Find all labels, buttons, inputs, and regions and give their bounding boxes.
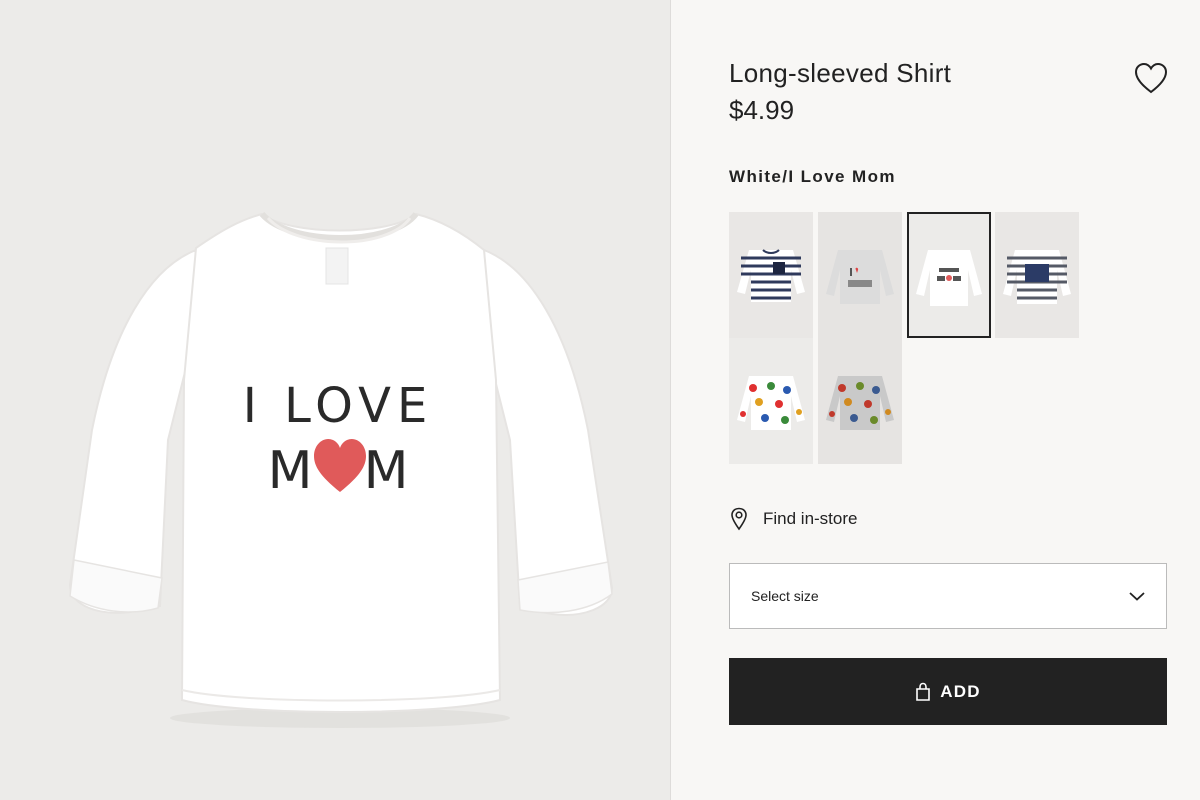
print-text-m-left: M [268, 441, 313, 501]
favorite-button[interactable] [1133, 62, 1169, 96]
add-to-bag-button[interactable]: ADD [729, 658, 1167, 725]
print-text-m-right: M [364, 441, 409, 501]
main-product-image[interactable]: I LOVE M M [0, 0, 670, 800]
add-button-label: ADD [940, 681, 981, 701]
product-price: $4.99 [729, 95, 795, 125]
swatch-white-dinosaur[interactable] [729, 338, 813, 464]
swatch-striped-little-bro[interactable] [995, 212, 1079, 338]
shopping-bag-icon [916, 682, 931, 701]
size-select[interactable]: Select size [729, 563, 1167, 629]
product-details-panel: Long-sleeved Shirt $4.99 White/I Love Mo… [671, 0, 1200, 800]
find-in-store-link[interactable]: Find in-store [729, 506, 857, 532]
swatch-navy-striped[interactable] [729, 212, 813, 338]
swatch-grey-i-love-dad[interactable] [818, 212, 902, 338]
shirt-illustration: I LOVE M M [68, 211, 614, 728]
location-pin-icon [731, 507, 747, 531]
color-name-label: White/I Love Mom [729, 167, 896, 186]
print-text-line1: I LOVE [243, 378, 434, 434]
size-select-placeholder: Select size [751, 588, 819, 604]
product-title: Long-sleeved Shirt [729, 58, 952, 88]
heart-outline-icon [1134, 62, 1168, 94]
chevron-down-icon [1129, 592, 1145, 601]
swatch-white-i-love-mom[interactable] [907, 212, 991, 338]
find-in-store-label: Find in-store [763, 509, 858, 528]
swatch-grey-dinosaur[interactable] [818, 338, 902, 464]
